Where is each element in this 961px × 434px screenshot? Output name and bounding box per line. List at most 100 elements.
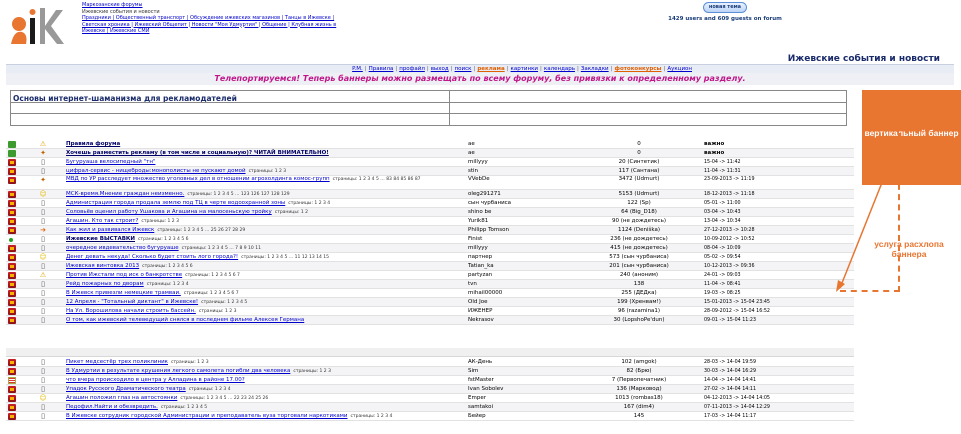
topic-title-link[interactable]: Пикет медсестёр трех поликлиник bbox=[66, 359, 168, 365]
topic-title-link[interactable]: Агашин положил глаз на автостоянки bbox=[66, 395, 177, 401]
topic-pages[interactable]: страницы: 1 2 3 4 5 6 bbox=[138, 237, 188, 242]
topic-pages[interactable]: страницы: 1 2 3 4 5 … 83 84 85 86 87 bbox=[333, 177, 421, 182]
topic-title-link[interactable]: что вчера происходило в центра у Алладин… bbox=[66, 377, 245, 383]
section-separator bbox=[6, 348, 854, 357]
topic-status-icon bbox=[8, 368, 16, 375]
topic-status-icon bbox=[8, 317, 16, 324]
topic-title-link[interactable]: Ижевская винтовка 2013 bbox=[66, 263, 139, 269]
nav-link[interactable]: фотоконкурсы bbox=[615, 66, 662, 72]
nav-link[interactable]: Закладки bbox=[581, 66, 609, 72]
topic-type-icon: ▯ bbox=[41, 298, 45, 306]
topic-title-link[interactable]: цифрал-сервис - нищеброды:монополисты не… bbox=[66, 168, 246, 174]
topic-title-cell: Как жил и развивался Ижевск страницы: 1 2… bbox=[66, 226, 461, 235]
topic-pages[interactable]: страницы: 1 2 3 4 5 … 7 8 9 10 11 bbox=[182, 246, 261, 251]
subforum-links[interactable]: Праздники | Общественный транспорт | Обс… bbox=[82, 15, 337, 35]
topic-reply-count: 82 (Брю) bbox=[626, 368, 652, 374]
topic-pages[interactable]: страницы: 1 2 3 4 bbox=[288, 201, 330, 206]
topic-reply-count: 7 (Первопечатник) bbox=[611, 377, 667, 383]
topic-title-link[interactable]: В Удмуртии в результате крушения легкого… bbox=[66, 368, 290, 374]
nav-link[interactable]: P.M. bbox=[352, 66, 363, 72]
topic-pages[interactable]: страницы: 1 2 3 4 5 6 7 bbox=[184, 291, 239, 296]
topic-title-link[interactable]: Педофил.Найти и обезвредить. bbox=[66, 404, 158, 410]
topic-type-icon: ▯ bbox=[41, 158, 45, 166]
topic-title-link[interactable]: Правила форума bbox=[66, 141, 120, 147]
topic-type-icon: ☺ bbox=[39, 394, 47, 402]
topic-title-link[interactable]: Агашин. Кто так строит? bbox=[66, 218, 138, 224]
topic-row: ▯ 12 Апреля - "Тотальный диктант" в Ижевс… bbox=[6, 298, 854, 307]
topic-last-post: 15-04 -> 11:42 bbox=[704, 160, 741, 165]
topic-pages[interactable]: страницы: 1 2 3 4 bbox=[189, 387, 231, 392]
online-users-count: 1429 users and 609 guests on forum bbox=[668, 16, 782, 22]
topic-type-icon: ▯ bbox=[41, 235, 45, 243]
topic-row: ☺ Агашин положил глаз на автостоянки стран… bbox=[6, 394, 854, 403]
topic-pages[interactable]: страницы: 1 2 3 4 5 … 123 126 127 128 12… bbox=[187, 192, 289, 197]
topic-title-link[interactable]: Хочешь разместить рекламу (в том числе и… bbox=[66, 150, 329, 156]
topic-title-link[interactable]: Против Ижстали под иск о банкротстве bbox=[66, 272, 182, 278]
topic-title-link[interactable]: Ижевские ВЫСТАВКИ bbox=[66, 236, 135, 242]
topic-title-link[interactable]: Рейд пожарных по дворам bbox=[66, 281, 144, 287]
topic-last-post: 17-03 -> 14-04 11:17 bbox=[704, 414, 757, 419]
nav-separator: | bbox=[663, 66, 666, 72]
topic-title-link[interactable]: очередное ивдевательство бугуруаше bbox=[66, 245, 179, 251]
topic-title-link[interactable]: Как жил и развивался Ижевск bbox=[66, 227, 154, 233]
topic-status-icon bbox=[8, 272, 16, 279]
topic-pages[interactable]: страницы: 1 2 bbox=[275, 210, 308, 215]
topic-pages[interactable]: страницы: 1 2 3 4 5 bbox=[201, 300, 247, 305]
table-divider bbox=[11, 113, 846, 114]
topic-title-cell: что вчера происходило в центра у Алладин… bbox=[66, 376, 461, 385]
nav-link[interactable]: реклама bbox=[477, 66, 504, 72]
nav-link[interactable]: календарь bbox=[544, 66, 575, 72]
topic-pages[interactable]: страницы: 1 2 3 4 5 … 22 23 24 25 26 bbox=[180, 396, 268, 401]
nav-link[interactable]: Правила bbox=[369, 66, 394, 72]
topic-row: ▯ что вчера происходило в центра у Аллади… bbox=[6, 376, 854, 385]
topic-author: ИЖЕНЕР bbox=[468, 308, 493, 314]
topic-title-link[interactable]: На Ул. Ворошилова начали строить бассейн… bbox=[66, 308, 196, 314]
topic-title-link[interactable]: О том, как ижевский телеведущий снялся в… bbox=[66, 317, 304, 323]
topic-pages[interactable]: страницы: 1 2 3 4 5 6 7 bbox=[185, 273, 240, 278]
nav-link[interactable]: картинки bbox=[511, 66, 538, 72]
topic-last-post: 27-02 -> 14-04 14:11 bbox=[704, 387, 757, 392]
topic-title-cell: В Ижевск привезли немецкие трамваи. стран… bbox=[66, 289, 461, 298]
topic-title-cell: О том, как ижевский телеведущий снялся в… bbox=[66, 316, 461, 325]
site-logo[interactable] bbox=[8, 4, 66, 48]
topic-title-cell: Против Ижстали под иск о банкротстве стра… bbox=[66, 271, 461, 280]
topic-title-link[interactable]: В Ижевск привезли немецкие трамваи. bbox=[66, 290, 181, 296]
nav-link[interactable]: Аукцион bbox=[667, 66, 692, 72]
topic-pages[interactable]: страницы: 1 2 3 4 5 … 11 12 13 14 15 bbox=[241, 255, 329, 260]
topic-title-link[interactable]: Соловьёв оценил работу Ушакова и Агашина… bbox=[66, 209, 272, 215]
topic-row: ▯ Ижевские ВЫСТАВКИ страницы: 1 2 3 4 5 6 F… bbox=[6, 235, 854, 244]
topic-title-link[interactable]: МВД по УР расследует множество уголовных… bbox=[66, 176, 330, 182]
topic-title-link[interactable]: Администрация города продала землю под Т… bbox=[66, 200, 285, 206]
topic-row: ⚠ Против Ижстали под иск о банкротстве стр… bbox=[6, 271, 854, 280]
topic-pages[interactable]: страницы: 1 2 3 4 bbox=[147, 282, 189, 287]
topic-pages[interactable]: страницы: 1 2 3 4 5 bbox=[161, 405, 207, 410]
topic-pages[interactable]: страницы: 1 2 3 bbox=[141, 219, 179, 224]
topic-pages[interactable]: страницы: 1 2 3 bbox=[249, 169, 287, 174]
topic-title-link[interactable]: МСК-время.Мнение граждан неизменно. bbox=[66, 191, 184, 197]
topic-pages[interactable]: страницы: 1 2 3 4 bbox=[351, 414, 393, 419]
nav-link[interactable]: поиск bbox=[455, 66, 472, 72]
topic-title-link[interactable]: Бугуруаша велосипедный "тн" bbox=[66, 159, 155, 165]
topic-last-post: 30-03 -> 14-04 16:29 bbox=[704, 369, 757, 374]
new-topic-button[interactable]: новая тема bbox=[703, 2, 747, 13]
topic-status-icon bbox=[8, 290, 16, 297]
topic-pages[interactable]: страницы: 1 2 3 bbox=[171, 360, 209, 365]
nav-link[interactable]: выход bbox=[431, 66, 449, 72]
topic-title-link[interactable]: В Ижевске сотрудник городской Администра… bbox=[66, 413, 348, 419]
topic-type-icon: ✦ bbox=[40, 176, 46, 184]
nav-separator: | bbox=[506, 66, 509, 72]
topic-author: Бейер bbox=[468, 413, 486, 419]
nav-link[interactable]: профайл bbox=[399, 66, 425, 72]
topic-title-link[interactable]: Упадок Русского Драматического театра bbox=[66, 386, 186, 392]
topic-title-link[interactable]: 12 Апреля - "Тотальный диктант" в Ижевск… bbox=[66, 299, 198, 305]
nav-separator: | bbox=[426, 66, 429, 72]
topic-status-icon bbox=[8, 413, 16, 420]
topic-pages[interactable]: страницы: 1 2 3 4 5 6 bbox=[142, 264, 192, 269]
topic-pages[interactable]: страницы: 1 2 3 bbox=[199, 309, 237, 314]
topic-pages[interactable]: страницы: 1 2 3 bbox=[293, 369, 331, 374]
topic-type-icon: ▯ bbox=[41, 208, 45, 216]
topic-author: АК-День bbox=[468, 359, 493, 365]
topic-reply-count: 102 (amgok) bbox=[621, 359, 657, 365]
topic-pages[interactable]: страницы: 1 2 3 4 5 … 25 26 27 28 29 bbox=[157, 228, 245, 233]
topic-title-link[interactable]: Денег девать некуда! Сколько будет стоит… bbox=[66, 254, 238, 260]
